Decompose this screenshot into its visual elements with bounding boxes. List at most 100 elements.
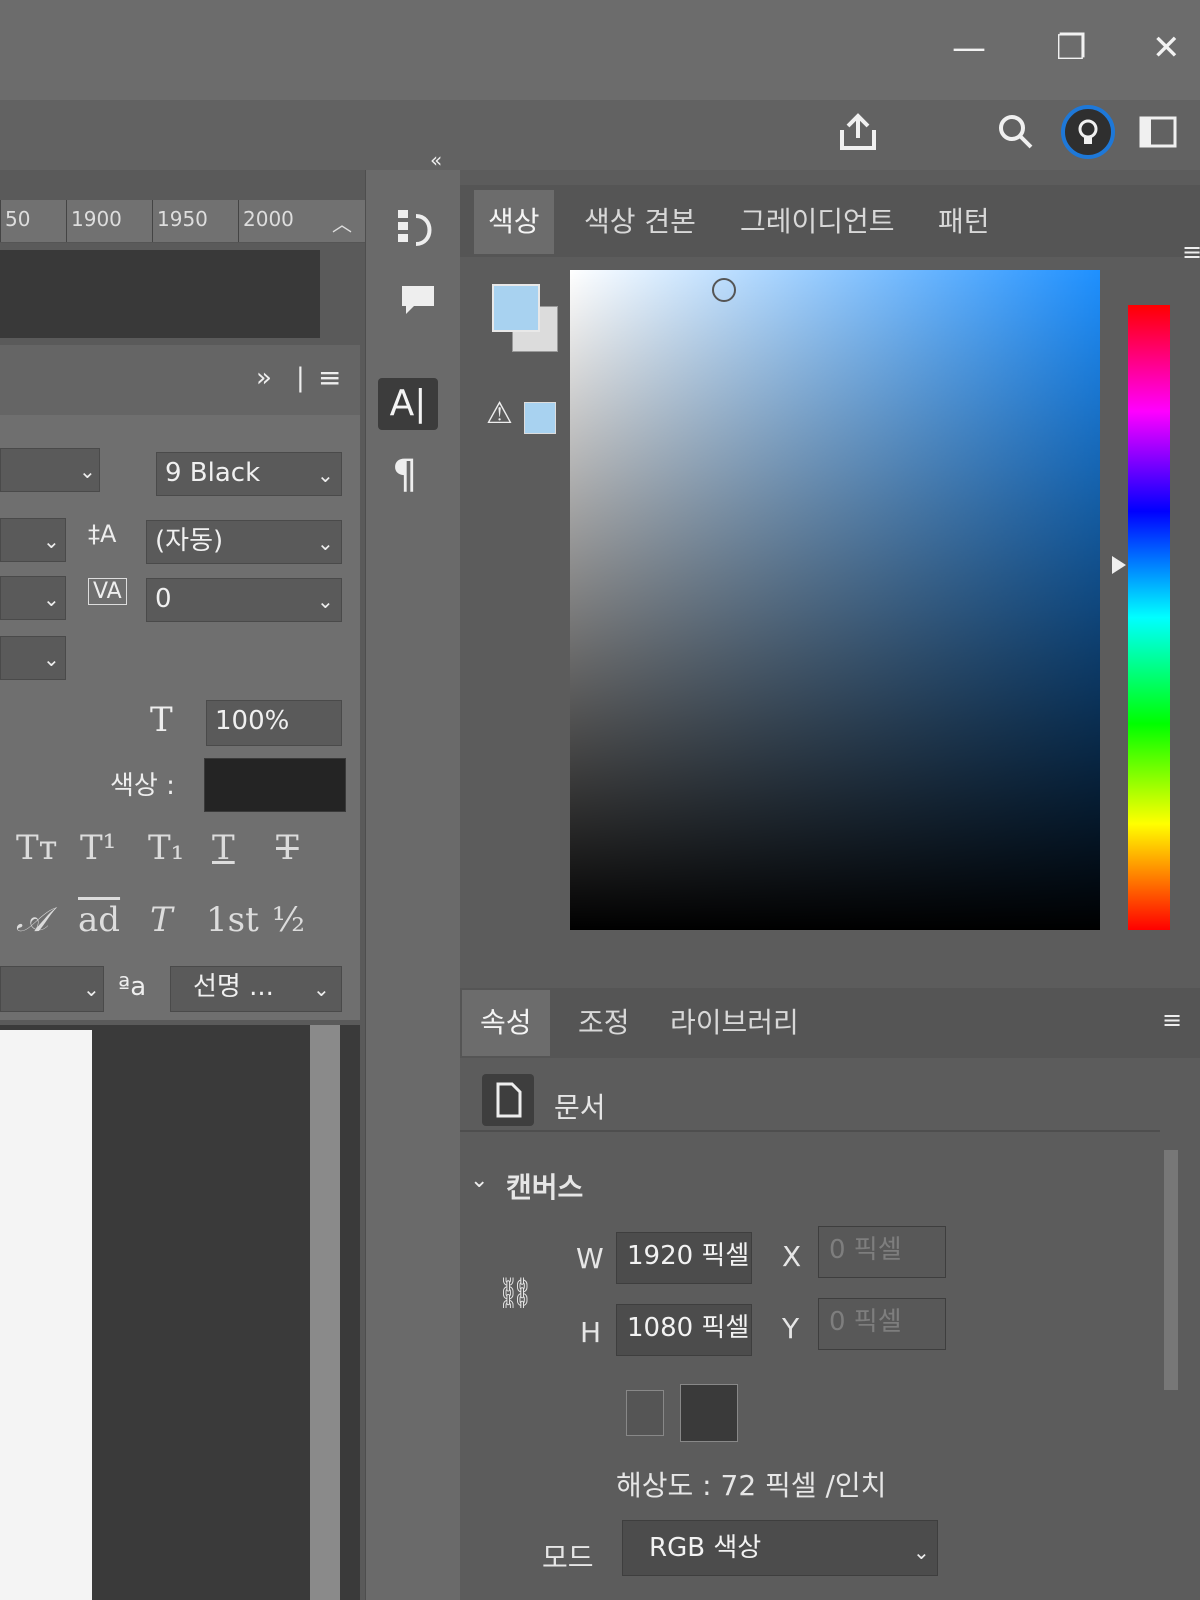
ruler-tick: 2000 bbox=[238, 200, 294, 242]
paragraph-panel-icon[interactable]: ¶ bbox=[392, 452, 417, 498]
horizontal-scale-value: 100% bbox=[215, 706, 290, 736]
panel-menu-icon[interactable]: ≡ bbox=[1162, 1006, 1182, 1034]
divider: | bbox=[296, 363, 305, 393]
font-style-select[interactable]: 9 Black ⌄ bbox=[156, 452, 342, 496]
character-panel-icon[interactable]: A| bbox=[378, 378, 438, 430]
mode-label: 모드 bbox=[542, 1541, 594, 1574]
font-style-value: 9 Black bbox=[165, 458, 261, 488]
chevron-down-icon: ⌄ bbox=[43, 587, 60, 611]
kerning-select[interactable]: ⌄ bbox=[0, 576, 66, 620]
vertical-scale-select[interactable]: ⌄ bbox=[0, 636, 66, 680]
foreground-color-swatch[interactable] bbox=[492, 284, 540, 332]
lightbulb-icon[interactable] bbox=[1060, 104, 1116, 160]
antialias-select[interactable]: 선명 ... ⌄ bbox=[170, 966, 342, 1012]
panel-menu-icon[interactable]: ≡ bbox=[1182, 238, 1200, 266]
horizontal-scale-icon: T bbox=[150, 700, 173, 740]
document-canvas[interactable] bbox=[0, 1030, 92, 1600]
text-color-swatch[interactable] bbox=[204, 758, 346, 812]
tab-patterns[interactable]: 패턴 bbox=[924, 190, 1004, 254]
color-picker-handle[interactable] bbox=[712, 278, 736, 302]
chevron-down-icon: ⌄ bbox=[317, 531, 334, 555]
tab-properties[interactable]: 속성 bbox=[462, 990, 550, 1056]
small-caps-button[interactable]: Tт bbox=[16, 828, 58, 868]
properties-scrollbar[interactable] bbox=[1164, 1150, 1178, 1390]
titling-alternates-button[interactable]: T bbox=[150, 900, 173, 940]
close-button[interactable]: ✕ bbox=[1152, 28, 1181, 68]
tab-swatches[interactable]: 색상 견본 bbox=[570, 190, 710, 254]
y-input[interactable]: 0 픽셀 bbox=[818, 1298, 946, 1350]
landscape-orientation-icon[interactable] bbox=[680, 1384, 738, 1442]
antialias-icon: ªa bbox=[118, 972, 147, 1002]
discretionary-ligature-button[interactable]: ad bbox=[78, 900, 120, 940]
chevron-down-icon: ⌄ bbox=[913, 1540, 930, 1564]
web-safe-color-swatch[interactable] bbox=[524, 402, 556, 434]
x-input[interactable]: 0 픽셀 bbox=[818, 1226, 946, 1278]
collapse-panel-icon[interactable]: » bbox=[256, 363, 272, 393]
antialias-value: 선명 ... bbox=[193, 972, 274, 1002]
warning-icon: ⚠ bbox=[486, 396, 513, 431]
horizontal-ruler: 50 1900 1950 2000 ︿ bbox=[0, 200, 365, 243]
leading-select[interactable]: (자동) ⌄ bbox=[146, 520, 342, 564]
search-icon[interactable] bbox=[988, 104, 1044, 160]
tab-adjustments[interactable]: 조정 bbox=[560, 990, 648, 1056]
link-icon[interactable]: ⛓ bbox=[496, 1276, 534, 1311]
chevron-down-icon: ⌄ bbox=[43, 529, 60, 553]
canvas-scrollbar[interactable] bbox=[310, 1025, 340, 1600]
restore-button[interactable]: ❐ bbox=[1056, 28, 1086, 68]
fractions-button[interactable]: ½ bbox=[272, 900, 305, 940]
tab-libraries[interactable]: 라이브러리 bbox=[652, 990, 817, 1056]
chevron-up-icon[interactable]: ︿ bbox=[332, 208, 352, 237]
portrait-orientation-icon[interactable] bbox=[626, 1390, 664, 1436]
history-icon[interactable] bbox=[396, 206, 440, 254]
height-label: H bbox=[580, 1316, 602, 1349]
height-input[interactable]: 1080 픽셀 bbox=[616, 1304, 752, 1356]
expand-panels-icon[interactable]: « bbox=[430, 148, 442, 172]
hue-slider[interactable] bbox=[1128, 305, 1170, 930]
document-tab-strip bbox=[0, 250, 320, 338]
comments-icon[interactable] bbox=[398, 282, 438, 322]
workspace-icon[interactable] bbox=[1130, 104, 1186, 160]
horizontal-scale-input[interactable]: 100% bbox=[206, 700, 342, 746]
x-label: X bbox=[782, 1240, 802, 1273]
chevron-down-icon: ⌄ bbox=[313, 977, 330, 1001]
strikethrough-button[interactable]: T bbox=[276, 828, 299, 868]
color-picker-field[interactable] bbox=[570, 270, 1100, 930]
tracking-value: 0 bbox=[155, 584, 172, 614]
divider bbox=[460, 1130, 1160, 1132]
width-input[interactable]: 1920 픽셀 bbox=[616, 1232, 752, 1284]
document-icon bbox=[482, 1074, 534, 1126]
chevron-down-icon: ⌄ bbox=[43, 647, 60, 671]
panel-divider bbox=[460, 960, 1200, 988]
color-label: 색상 : bbox=[110, 771, 175, 801]
minimize-button[interactable]: — bbox=[952, 28, 986, 68]
swash-button[interactable]: 𝒜 bbox=[16, 900, 48, 940]
character-panel bbox=[0, 345, 360, 1020]
ruler-tick: 1900 bbox=[66, 200, 122, 242]
chevron-down-icon: ⌄ bbox=[317, 463, 334, 487]
ruler-tick: 50 bbox=[0, 200, 30, 242]
share-icon[interactable] bbox=[830, 104, 886, 160]
superscript-button[interactable]: T¹ bbox=[80, 828, 116, 868]
ruler-tick: 1950 bbox=[152, 200, 208, 242]
underline-button[interactable]: T bbox=[212, 828, 235, 868]
chevron-down-icon: ⌄ bbox=[79, 459, 96, 483]
subscript-button[interactable]: T₁ bbox=[148, 828, 184, 868]
y-label: Y bbox=[782, 1312, 800, 1345]
chevron-down-icon: ⌄ bbox=[83, 977, 100, 1001]
tracking-icon: VA bbox=[88, 578, 127, 605]
ordinals-button[interactable]: 1st bbox=[206, 900, 259, 940]
tab-color[interactable]: 색상 bbox=[474, 190, 554, 254]
tab-gradients[interactable]: 그레이디언트 bbox=[726, 190, 909, 254]
document-label: 문서 bbox=[554, 1091, 606, 1124]
mode-value: RGB 색상 bbox=[649, 1533, 762, 1563]
mode-select[interactable]: RGB 색상 ⌄ bbox=[622, 1520, 938, 1576]
title-bar bbox=[0, 0, 1200, 100]
chevron-down-icon[interactable]: ⌄ bbox=[470, 1168, 488, 1193]
language-select[interactable]: ⌄ bbox=[0, 966, 104, 1012]
resolution-text: 해상도 : 72 픽셀 /인치 bbox=[616, 1469, 887, 1502]
font-family-select[interactable]: ⌄ bbox=[0, 448, 100, 492]
leading-value: (자동) bbox=[155, 526, 224, 556]
panel-menu-icon[interactable]: ≡ bbox=[318, 361, 341, 394]
font-size-select[interactable]: ⌄ bbox=[0, 518, 66, 562]
tracking-select[interactable]: 0 ⌄ bbox=[146, 578, 342, 622]
